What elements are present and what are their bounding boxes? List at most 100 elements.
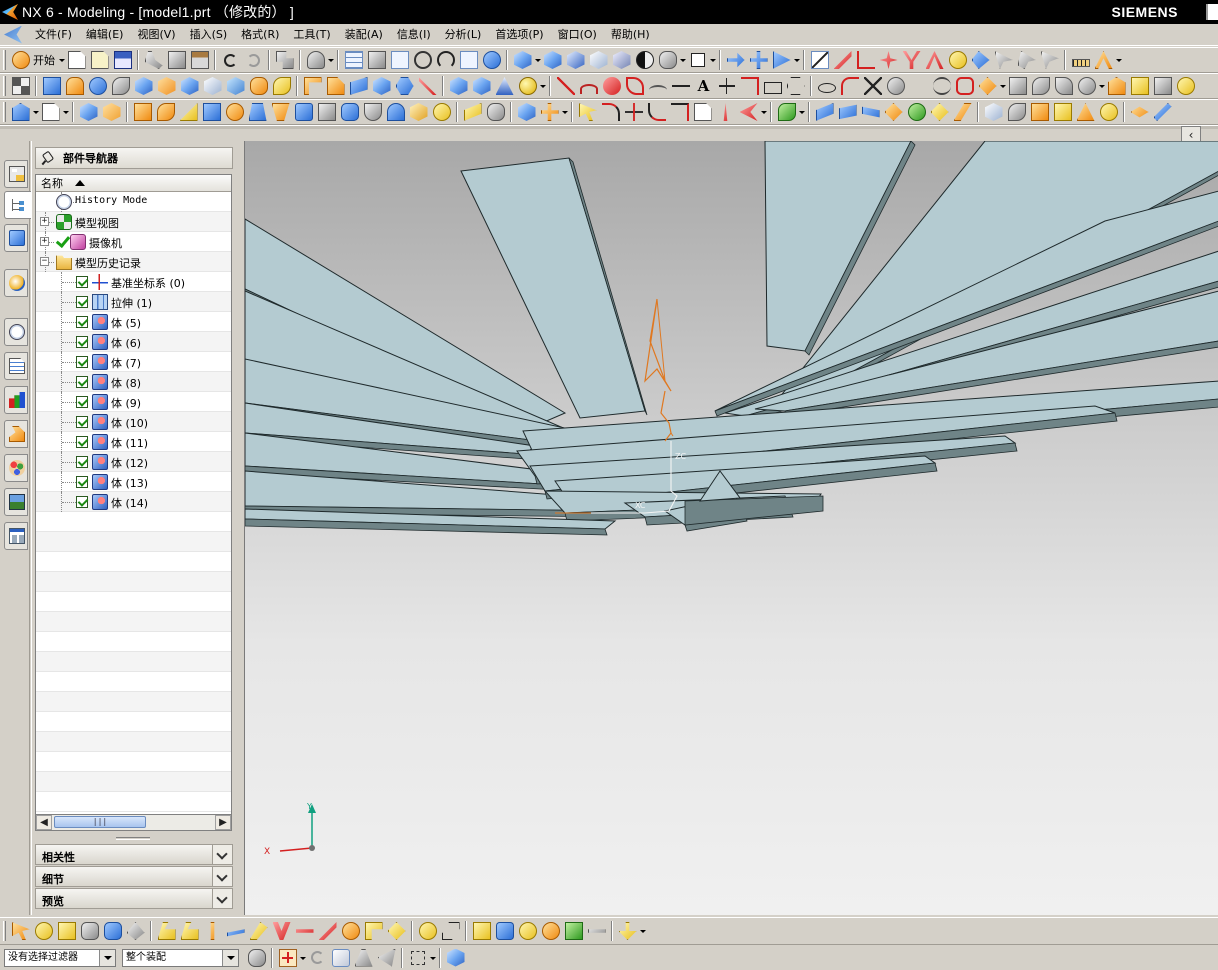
new-file-icon[interactable] xyxy=(67,51,86,69)
through-curves-icon[interactable] xyxy=(1107,77,1126,95)
draft-icon[interactable] xyxy=(349,77,368,95)
undo-selection-icon[interactable] xyxy=(311,951,324,964)
plane-icon[interactable] xyxy=(925,51,944,69)
scroll-thumb[interactable]: ||| xyxy=(54,816,146,828)
csys-icon[interactable] xyxy=(902,51,921,69)
xyz-icon[interactable] xyxy=(910,77,928,95)
show-only-icon[interactable] xyxy=(79,103,98,121)
component-icon[interactable] xyxy=(517,103,536,121)
chevron-down-icon[interactable] xyxy=(212,889,232,908)
import-icon[interactable] xyxy=(618,922,637,940)
menu-preferences[interactable]: 首选项(P) xyxy=(488,24,550,46)
pan-icon[interactable] xyxy=(459,51,478,69)
assembly-navigator-tab[interactable] xyxy=(4,160,28,188)
wireframe-icon[interactable] xyxy=(589,51,608,69)
stretch-icon[interactable] xyxy=(723,103,728,121)
wave-curve-icon[interactable] xyxy=(648,85,667,95)
edge-blend-icon[interactable] xyxy=(303,77,322,95)
web-browser-tab[interactable] xyxy=(4,269,28,297)
select-curves-icon[interactable] xyxy=(377,948,396,967)
selection-scope-combo[interactable]: 整个装配 xyxy=(122,948,239,967)
split-face-icon[interactable] xyxy=(317,103,336,121)
tree-row[interactable]: 体 (9) xyxy=(36,392,231,412)
select-component-icon[interactable] xyxy=(103,922,122,940)
studio-icon[interactable] xyxy=(635,51,654,69)
select-all-bodies-icon[interactable] xyxy=(446,948,465,967)
zoom-window-icon[interactable] xyxy=(367,51,386,69)
sew-icon[interactable] xyxy=(340,103,359,121)
point-select-icon[interactable] xyxy=(1040,51,1059,69)
i-form-icon[interactable] xyxy=(838,104,857,120)
touch-mode-dropdown[interactable] xyxy=(327,51,334,69)
shaded-edges-icon[interactable] xyxy=(566,51,585,69)
visibility-checkbox[interactable] xyxy=(76,296,88,308)
perspective-icon[interactable] xyxy=(482,51,501,69)
conic-icon[interactable] xyxy=(840,77,859,95)
snap-all-icon[interactable] xyxy=(418,922,437,940)
menu-app-icon[interactable] xyxy=(4,25,22,44)
section-icon[interactable] xyxy=(726,52,745,68)
expand-node-icon[interactable]: + xyxy=(40,237,49,246)
part-navigator-tab[interactable] xyxy=(4,191,31,219)
match-edge-icon[interactable] xyxy=(861,106,880,118)
toolbar-grip[interactable] xyxy=(3,76,6,96)
render-style-dropdown[interactable] xyxy=(534,51,541,69)
point-set-icon[interactable] xyxy=(602,77,621,95)
patch-icon[interactable] xyxy=(202,103,221,121)
wrap-icon[interactable] xyxy=(294,103,313,121)
select-edge-icon[interactable] xyxy=(80,922,99,940)
layout-tab[interactable] xyxy=(4,522,28,550)
tree-row[interactable]: − 模型历史记录 xyxy=(36,252,231,272)
chevron-down-icon[interactable] xyxy=(212,867,232,886)
system-materials-tab[interactable] xyxy=(4,352,28,380)
attribute-icon[interactable] xyxy=(777,103,796,121)
intersect-icon[interactable] xyxy=(495,77,514,95)
ruled-icon[interactable] xyxy=(1130,77,1149,95)
deviation-icon[interactable] xyxy=(1099,103,1118,121)
groove-icon[interactable] xyxy=(272,77,291,95)
x-form-icon[interactable] xyxy=(815,103,834,121)
reuse-library-tab[interactable] xyxy=(4,224,28,252)
move-component-icon[interactable] xyxy=(540,103,559,121)
menu-insert[interactable]: 插入(S) xyxy=(183,24,235,46)
tree-row[interactable]: 体 (13) xyxy=(36,472,231,492)
snap-point-icon[interactable] xyxy=(278,948,297,967)
menu-file[interactable]: 文件(F) xyxy=(28,24,79,46)
select-tangent-icon[interactable] xyxy=(354,948,373,967)
dependencies-section[interactable]: 相关性 xyxy=(35,844,233,865)
select-sheet-icon[interactable] xyxy=(126,922,145,940)
face-icon[interactable] xyxy=(463,103,482,121)
rotate-icon[interactable] xyxy=(436,51,455,69)
expand-node-icon[interactable]: + xyxy=(40,217,49,226)
start-button-label[interactable]: 开始 xyxy=(33,52,55,68)
project-curve-icon[interactable] xyxy=(886,77,905,95)
clipping-icon[interactable] xyxy=(749,51,768,69)
zoom-in-out-icon[interactable] xyxy=(413,51,432,69)
tree-row[interactable]: 体 (6) xyxy=(36,332,231,352)
render-style-icon[interactable] xyxy=(513,51,532,69)
select-faces-icon[interactable] xyxy=(331,948,350,967)
rectangle-select-icon[interactable] xyxy=(410,950,425,965)
wcs-dropdown[interactable] xyxy=(32,103,39,121)
snap-mid-icon[interactable] xyxy=(180,922,199,940)
tree-row[interactable]: 体 (14) xyxy=(36,492,231,512)
measure-angle-icon[interactable] xyxy=(1094,51,1113,69)
select-feature-icon[interactable] xyxy=(11,922,30,940)
layer-icon[interactable] xyxy=(41,103,60,121)
import-dropdown[interactable] xyxy=(639,922,646,940)
component-dropdown[interactable] xyxy=(561,103,568,121)
visibility-checkbox[interactable] xyxy=(76,496,88,508)
chevron-down-icon[interactable] xyxy=(212,845,232,864)
snap-arc-center-icon[interactable] xyxy=(249,922,268,940)
face-analysis-dropdown[interactable] xyxy=(679,51,686,69)
menu-analysis[interactable]: 分析(L) xyxy=(438,24,489,46)
menu-format[interactable]: 格式(R) xyxy=(234,24,286,46)
swept-icon[interactable] xyxy=(1153,77,1172,95)
repeat-command-icon[interactable] xyxy=(275,51,294,69)
join-curve-icon[interactable] xyxy=(978,77,997,95)
sketch-icon[interactable] xyxy=(11,77,30,95)
visibility-checkbox[interactable] xyxy=(76,356,88,368)
fillet-curve-icon[interactable] xyxy=(740,77,759,95)
tree-row[interactable]: 体 (7) xyxy=(36,352,231,372)
copy-icon[interactable] xyxy=(167,51,186,69)
